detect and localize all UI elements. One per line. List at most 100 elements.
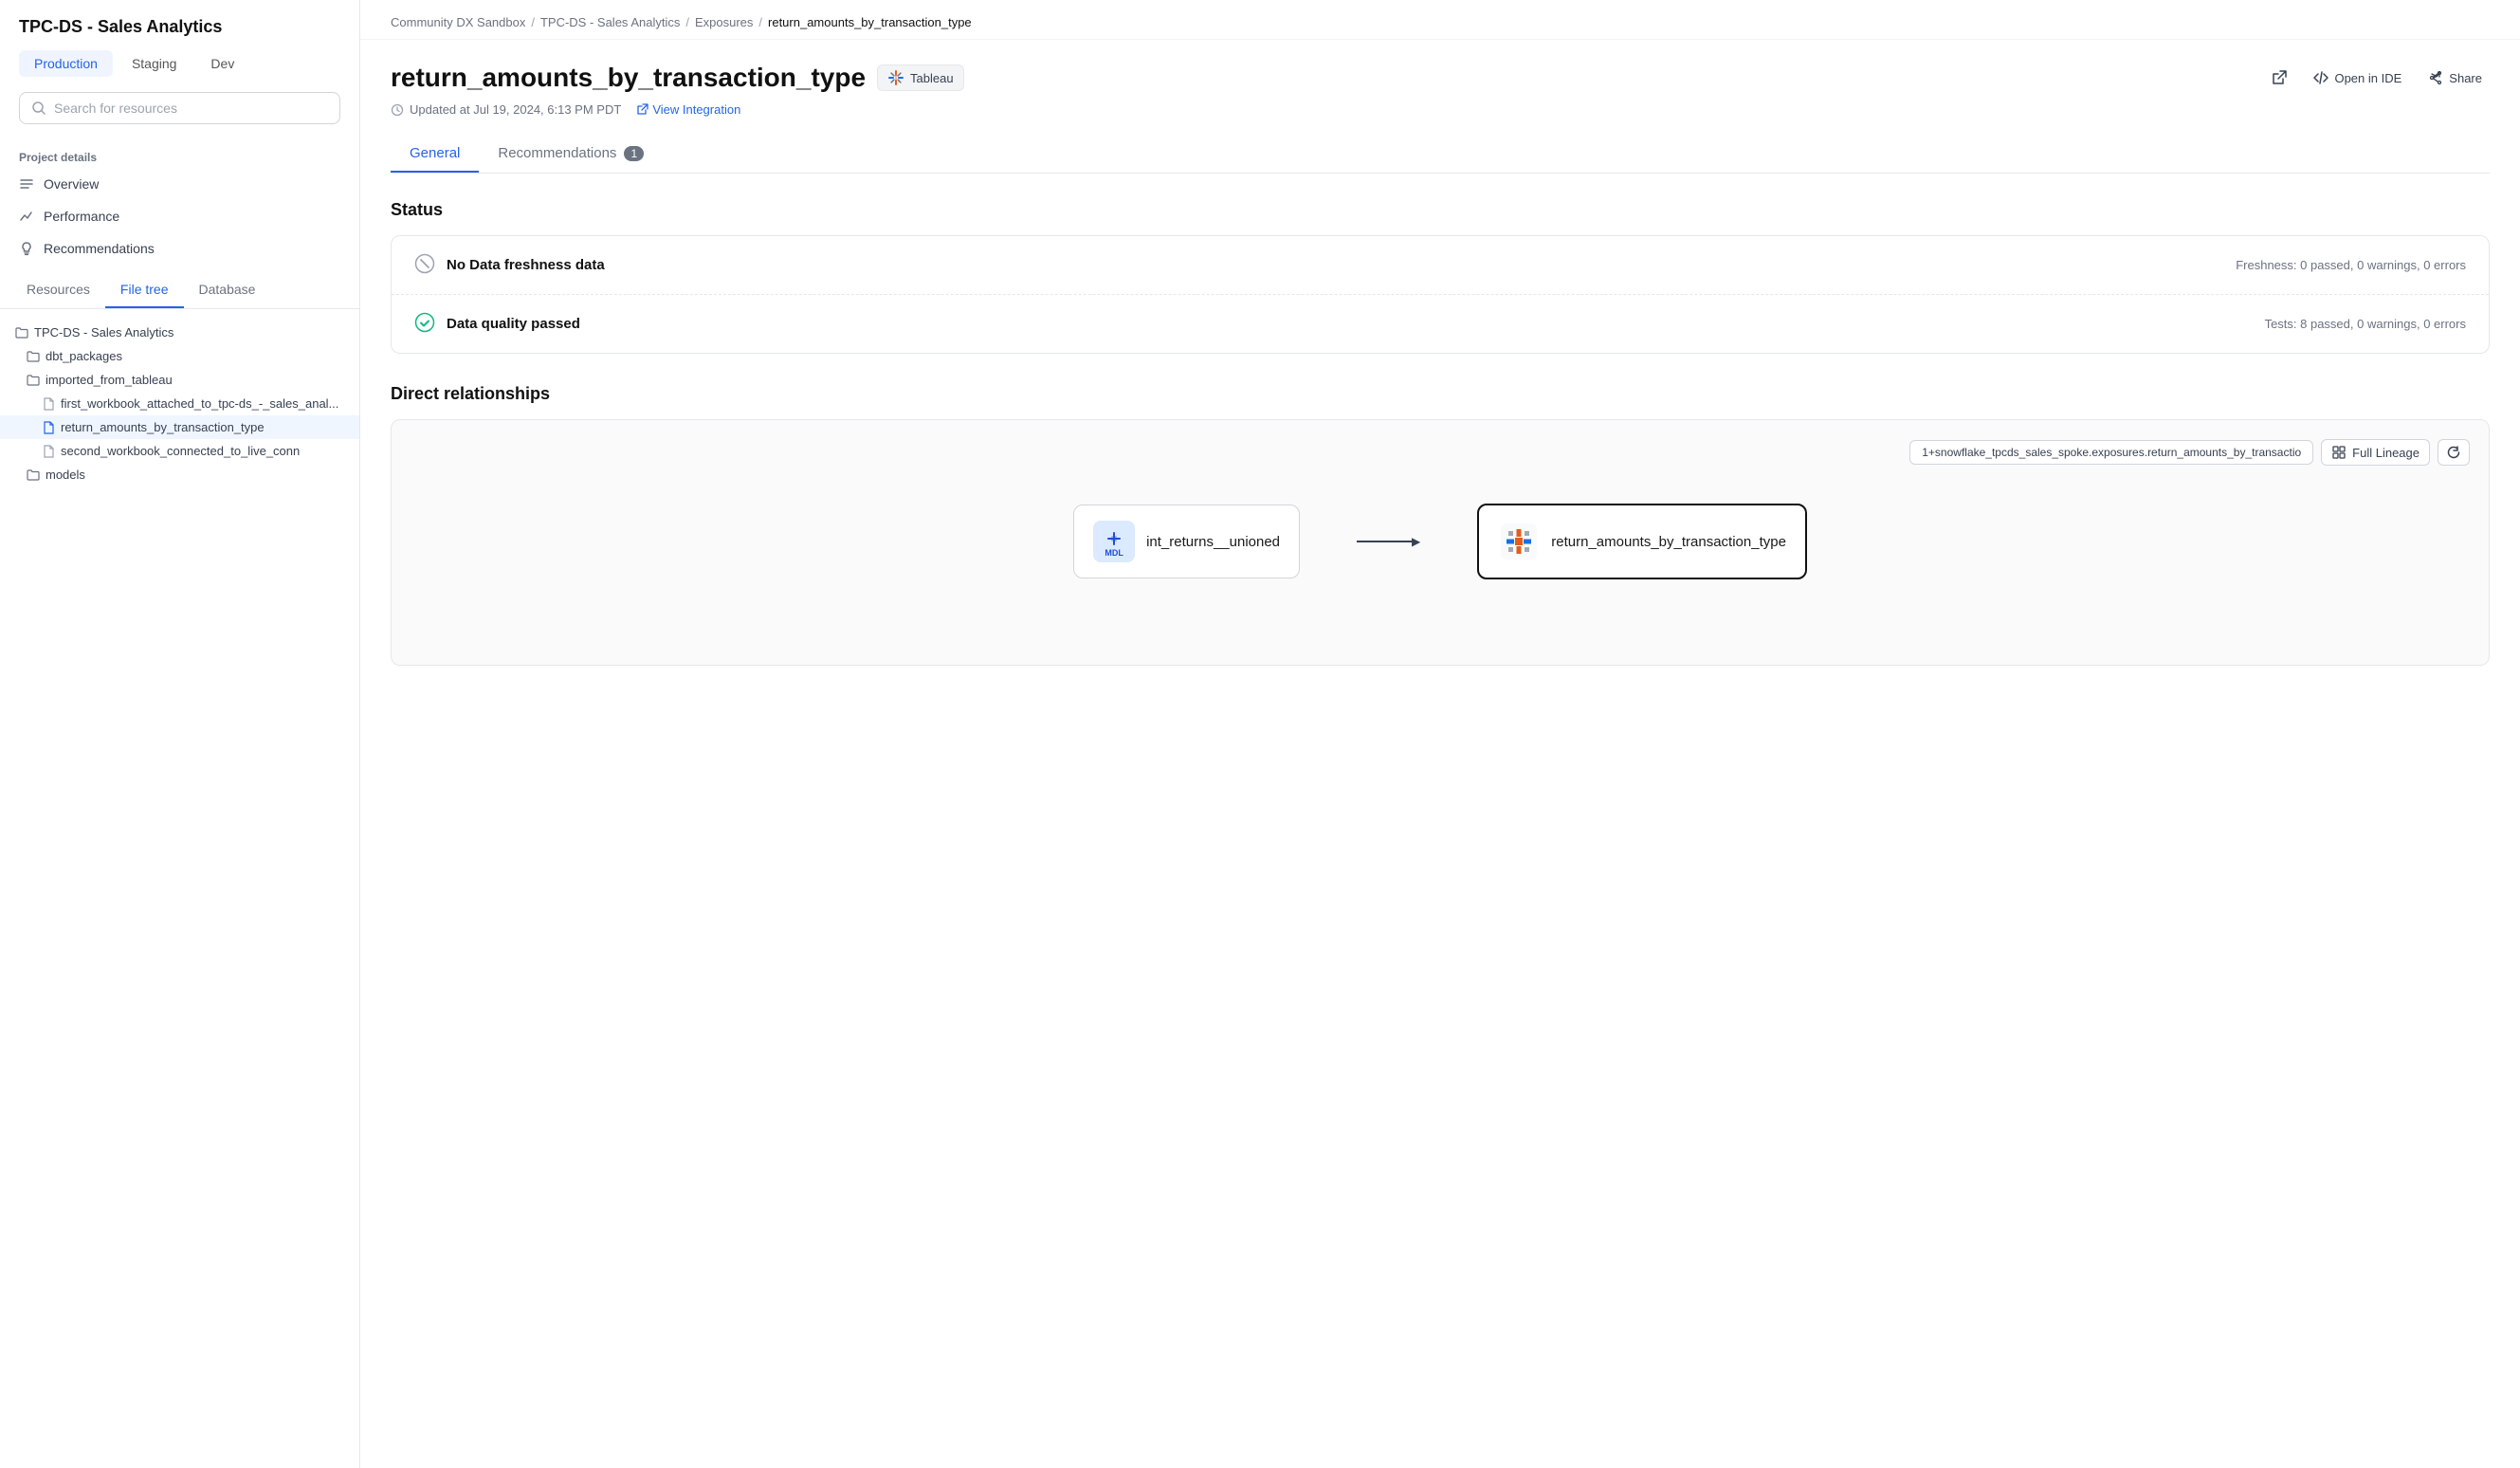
- view-integration-label: View Integration: [652, 102, 740, 117]
- file-icon: [42, 397, 55, 411]
- breadcrumb-sep-1: /: [531, 15, 535, 29]
- lineage-refresh-button[interactable]: [2438, 439, 2470, 466]
- main-content: Community DX Sandbox / TPC-DS - Sales An…: [360, 0, 2520, 1468]
- share-button[interactable]: Share: [2420, 66, 2490, 89]
- env-tab-dev[interactable]: Dev: [195, 50, 249, 77]
- tab-database[interactable]: Database: [184, 272, 271, 308]
- lineage-nodes: MDL int_returns__unioned: [411, 485, 2470, 598]
- tableau-icon: [887, 69, 904, 86]
- recommendations-label: Recommendations: [44, 241, 155, 256]
- breadcrumb: Community DX Sandbox / TPC-DS - Sales An…: [360, 0, 2520, 40]
- folder-icon: [27, 468, 40, 482]
- quality-label: Data quality passed: [447, 316, 2265, 332]
- freshness-label: No Data freshness data: [447, 257, 2236, 273]
- file-icon: [42, 445, 55, 458]
- search-icon: [31, 101, 46, 116]
- project-details-label: Project details: [0, 143, 359, 168]
- tree-imported-tableau-label: imported_from_tableau: [46, 373, 173, 387]
- open-external-button[interactable]: [2264, 66, 2294, 89]
- folder-icon: [27, 374, 40, 387]
- lineage-node-source[interactable]: MDL int_returns__unioned: [1073, 505, 1300, 578]
- recommendations-badge: 1: [624, 146, 644, 161]
- header-actions: Updated at Jul 19, 2024, 6:13 PM PDT Vie…: [391, 102, 964, 117]
- code-icon: [2313, 70, 2328, 85]
- breadcrumb-sep-2: /: [685, 15, 689, 29]
- bottom-tabs: Resources File tree Database: [0, 272, 359, 309]
- tree-item-file3[interactable]: second_workbook_connected_to_live_conn: [0, 439, 359, 463]
- full-lineage-label: Full Lineage: [2352, 446, 2420, 460]
- tableau-badge: Tableau: [877, 64, 964, 91]
- tree-file1-label: first_workbook_attached_to_tpc-ds_-_sale…: [61, 396, 338, 411]
- status-row-quality: Data quality passed Tests: 8 passed, 0 w…: [392, 294, 2489, 353]
- breadcrumb-exposures[interactable]: Exposures: [695, 15, 753, 29]
- open-external-icon: [2272, 70, 2287, 85]
- folder-icon: [15, 326, 28, 339]
- breadcrumb-sep-3: /: [758, 15, 762, 29]
- lightbulb-icon: [19, 241, 34, 256]
- lineage-search-pill[interactable]: 1+snowflake_tpcds_sales_spoke.exposures.…: [1909, 440, 2313, 465]
- refresh-icon: [2446, 445, 2461, 460]
- tree-dbt-packages-label: dbt_packages: [46, 349, 122, 363]
- updated-info: Updated at Jul 19, 2024, 6:13 PM PDT: [391, 102, 621, 117]
- updated-text: Updated at Jul 19, 2024, 6:13 PM PDT: [410, 102, 621, 117]
- main-tabs-bar: General Recommendations 1: [391, 136, 2490, 174]
- tree-item-models[interactable]: models: [0, 463, 359, 486]
- sidebar-nav: Project details Overview Performance Rec…: [0, 136, 359, 272]
- tab-recommendations-label: Recommendations: [498, 145, 616, 161]
- tab-general-label: General: [410, 145, 460, 161]
- mdl-label: MDL: [1105, 548, 1123, 558]
- sidebar-item-recommendations[interactable]: Recommendations: [0, 232, 359, 265]
- status-row-freshness: No Data freshness data Freshness: 0 pass…: [392, 236, 2489, 294]
- tree-models-label: models: [46, 468, 85, 482]
- node-target-label: return_amounts_by_transaction_type: [1551, 534, 1786, 550]
- file-tree: TPC-DS - Sales Analytics dbt_packages im…: [0, 309, 359, 498]
- view-integration-link[interactable]: View Integration: [636, 102, 740, 117]
- tab-resources[interactable]: Resources: [11, 272, 105, 308]
- quality-detail: Tests: 8 passed, 0 warnings, 0 errors: [2265, 317, 2466, 331]
- content-area: return_amounts_by_transaction_type Table…: [360, 40, 2520, 688]
- open-in-ide-button[interactable]: Open in IDE: [2306, 66, 2409, 89]
- overview-label: Overview: [44, 176, 99, 192]
- env-tab-production[interactable]: Production: [19, 50, 113, 77]
- direct-relationships-title: Direct relationships: [391, 384, 2490, 404]
- breadcrumb-current: return_amounts_by_transaction_type: [768, 15, 972, 29]
- sidebar: TPC-DS - Sales Analytics Production Stag…: [0, 0, 360, 1468]
- env-tabs: Production Staging Dev: [19, 50, 340, 77]
- tree-item-imported-from-tableau[interactable]: imported_from_tableau: [0, 368, 359, 392]
- lineage-arrow: [1357, 535, 1420, 548]
- sidebar-item-overview[interactable]: Overview: [0, 168, 359, 200]
- lineage-toolbar: 1+snowflake_tpcds_sales_spoke.exposures.…: [411, 439, 2470, 466]
- sidebar-header: TPC-DS - Sales Analytics Production Stag…: [0, 0, 359, 136]
- tree-item-file1[interactable]: first_workbook_attached_to_tpc-ds_-_sale…: [0, 392, 359, 415]
- tree-item-dbt-packages[interactable]: dbt_packages: [0, 344, 359, 368]
- tab-general[interactable]: General: [391, 136, 479, 173]
- status-section-title: Status: [391, 200, 2490, 220]
- env-tab-staging[interactable]: Staging: [117, 50, 192, 77]
- tree-item-root[interactable]: TPC-DS - Sales Analytics: [0, 321, 359, 344]
- full-lineage-button[interactable]: Full Lineage: [2321, 439, 2430, 466]
- search-box[interactable]: Search for resources: [19, 92, 340, 124]
- file-icon: [42, 421, 55, 434]
- tab-file-tree[interactable]: File tree: [105, 272, 184, 308]
- mdl-icon: MDL: [1093, 521, 1135, 562]
- breadcrumb-tpc-ds[interactable]: TPC-DS - Sales Analytics: [540, 15, 680, 29]
- tree-item-file2[interactable]: return_amounts_by_transaction_type: [0, 415, 359, 439]
- breadcrumb-community[interactable]: Community DX Sandbox: [391, 15, 525, 29]
- tableau-node-icon: [1498, 521, 1540, 562]
- clock-icon: [391, 103, 404, 117]
- tree-root-label: TPC-DS - Sales Analytics: [34, 325, 173, 339]
- node-source-label: int_returns__unioned: [1146, 534, 1280, 550]
- sidebar-title: TPC-DS - Sales Analytics: [19, 17, 340, 37]
- sidebar-item-performance[interactable]: Performance: [0, 200, 359, 232]
- lineage-node-target[interactable]: return_amounts_by_transaction_type: [1477, 504, 1807, 579]
- tab-recommendations[interactable]: Recommendations 1: [479, 136, 663, 173]
- page-header: return_amounts_by_transaction_type Table…: [391, 63, 964, 93]
- no-freshness-icon: [414, 253, 435, 277]
- folder-icon: [27, 350, 40, 363]
- tree-file3-label: second_workbook_connected_to_live_conn: [61, 444, 300, 458]
- search-placeholder: Search for resources: [54, 101, 177, 116]
- performance-label: Performance: [44, 209, 119, 224]
- lineage-expand-icon: [2331, 445, 2347, 460]
- tree-file2-label: return_amounts_by_transaction_type: [61, 420, 265, 434]
- tableau-badge-label: Tableau: [910, 71, 954, 85]
